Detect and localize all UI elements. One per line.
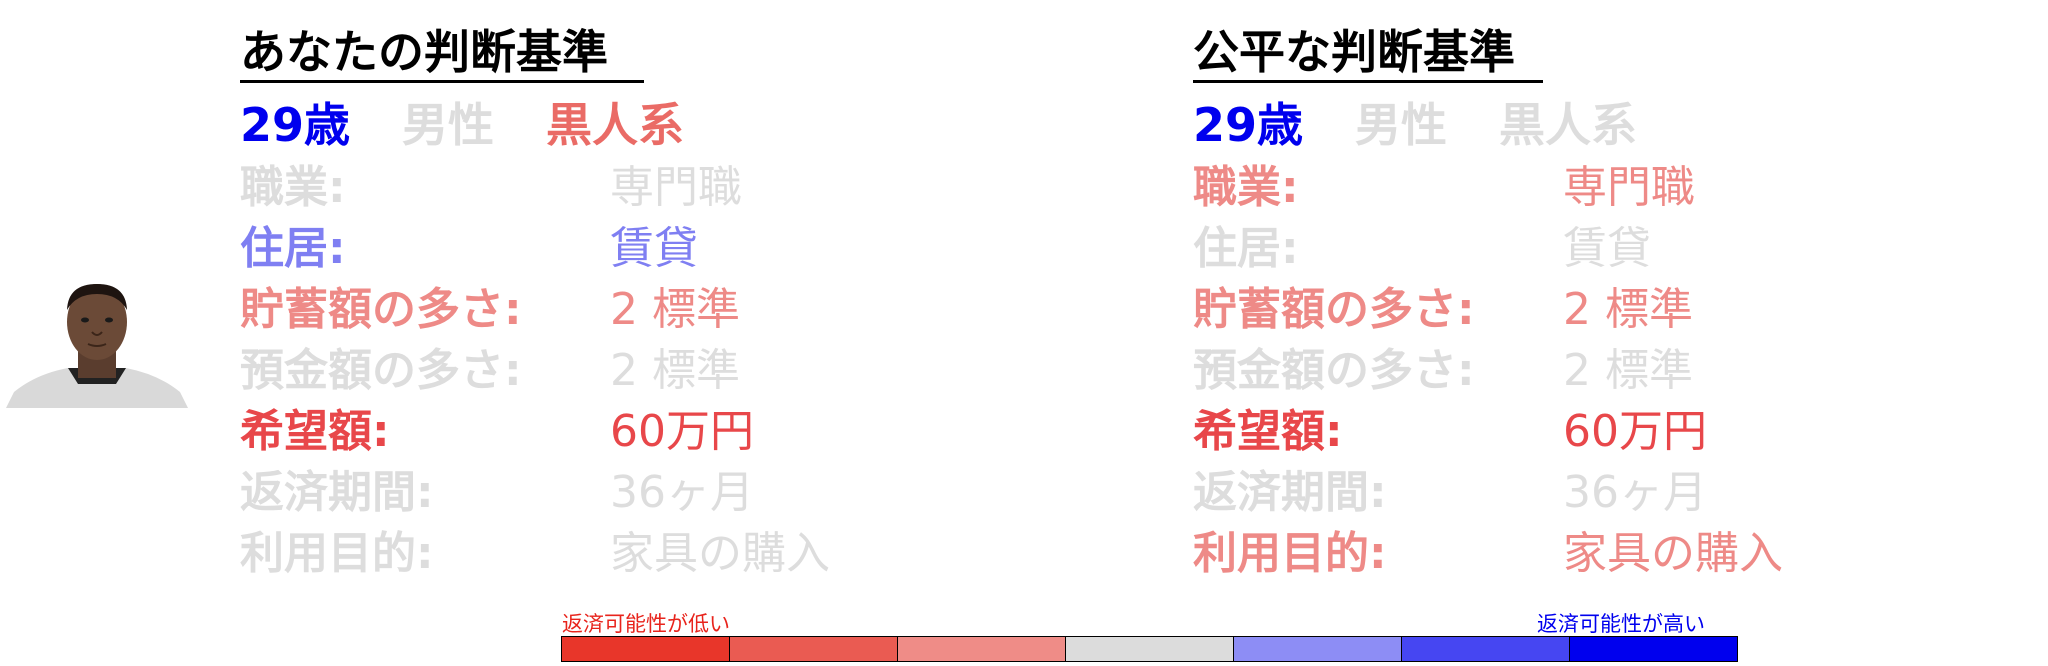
scale-segment-5 [1234,637,1402,661]
row-label: 職業: [1193,162,1299,213]
demo-ethnicity: 黒人系 [1499,98,1638,152]
title-underline [1193,80,1543,83]
row-value: 専門職 [1563,162,1695,213]
row-label: 職業: [240,162,346,213]
row-value: 36ヶ月 [610,467,754,518]
color-scale [561,636,1738,662]
row-label: 希望額: [240,406,390,457]
legend-low-label: 返済可能性が低い [562,612,730,636]
demographics: 29歳 男性 黒人系 [240,95,736,155]
demo-ethnicity: 黒人系 [546,98,685,152]
row-label: 希望額: [1193,406,1343,457]
scale-segment-2 [730,637,898,661]
row-value: 2 標準 [1563,345,1693,396]
scale-segment-6 [1402,637,1570,661]
panel-title: 公平な判断基準 [1193,25,1515,79]
row-value: 家具の購入 [610,528,830,579]
demographics: 29歳 男性 黒人系 [1193,95,1689,155]
row-label: 利用目的: [1193,528,1387,579]
row-value: 36ヶ月 [1563,467,1707,518]
scale-segment-3 [898,637,1066,661]
row-label: 返済期間: [240,467,434,518]
row-label: 住居: [240,223,346,274]
row-value: 賃貸 [1563,223,1651,274]
demo-gender: 男性 [402,98,495,152]
row-value: 家具の購入 [1563,528,1783,579]
panel-title: あなたの判断基準 [240,25,608,79]
row-value: 60万円 [610,406,754,457]
person-photo [6,284,188,408]
scale-segment-7 [1570,637,1737,661]
title-underline [240,80,644,83]
row-label: 住居: [1193,223,1299,274]
row-label: 返済期間: [1193,467,1387,518]
row-value: 専門職 [610,162,742,213]
row-value: 2 標準 [610,284,740,335]
demo-gender: 男性 [1355,98,1448,152]
row-value: 賃貸 [610,223,698,274]
row-label: 預金額の多さ: [240,345,522,396]
row-value: 60万円 [1563,406,1707,457]
row-value: 2 標準 [1563,284,1693,335]
demo-age: 29歳 [240,98,351,152]
demo-age: 29歳 [1193,98,1304,152]
row-label: 貯蓄額の多さ: [1193,284,1475,335]
row-label: 預金額の多さ: [1193,345,1475,396]
legend-high-label: 返済可能性が高い [1537,612,1705,636]
row-label: 貯蓄額の多さ: [240,284,522,335]
row-label: 利用目的: [240,528,434,579]
scale-segment-4 [1066,637,1234,661]
row-value: 2 標準 [610,345,740,396]
scale-segment-1 [562,637,730,661]
